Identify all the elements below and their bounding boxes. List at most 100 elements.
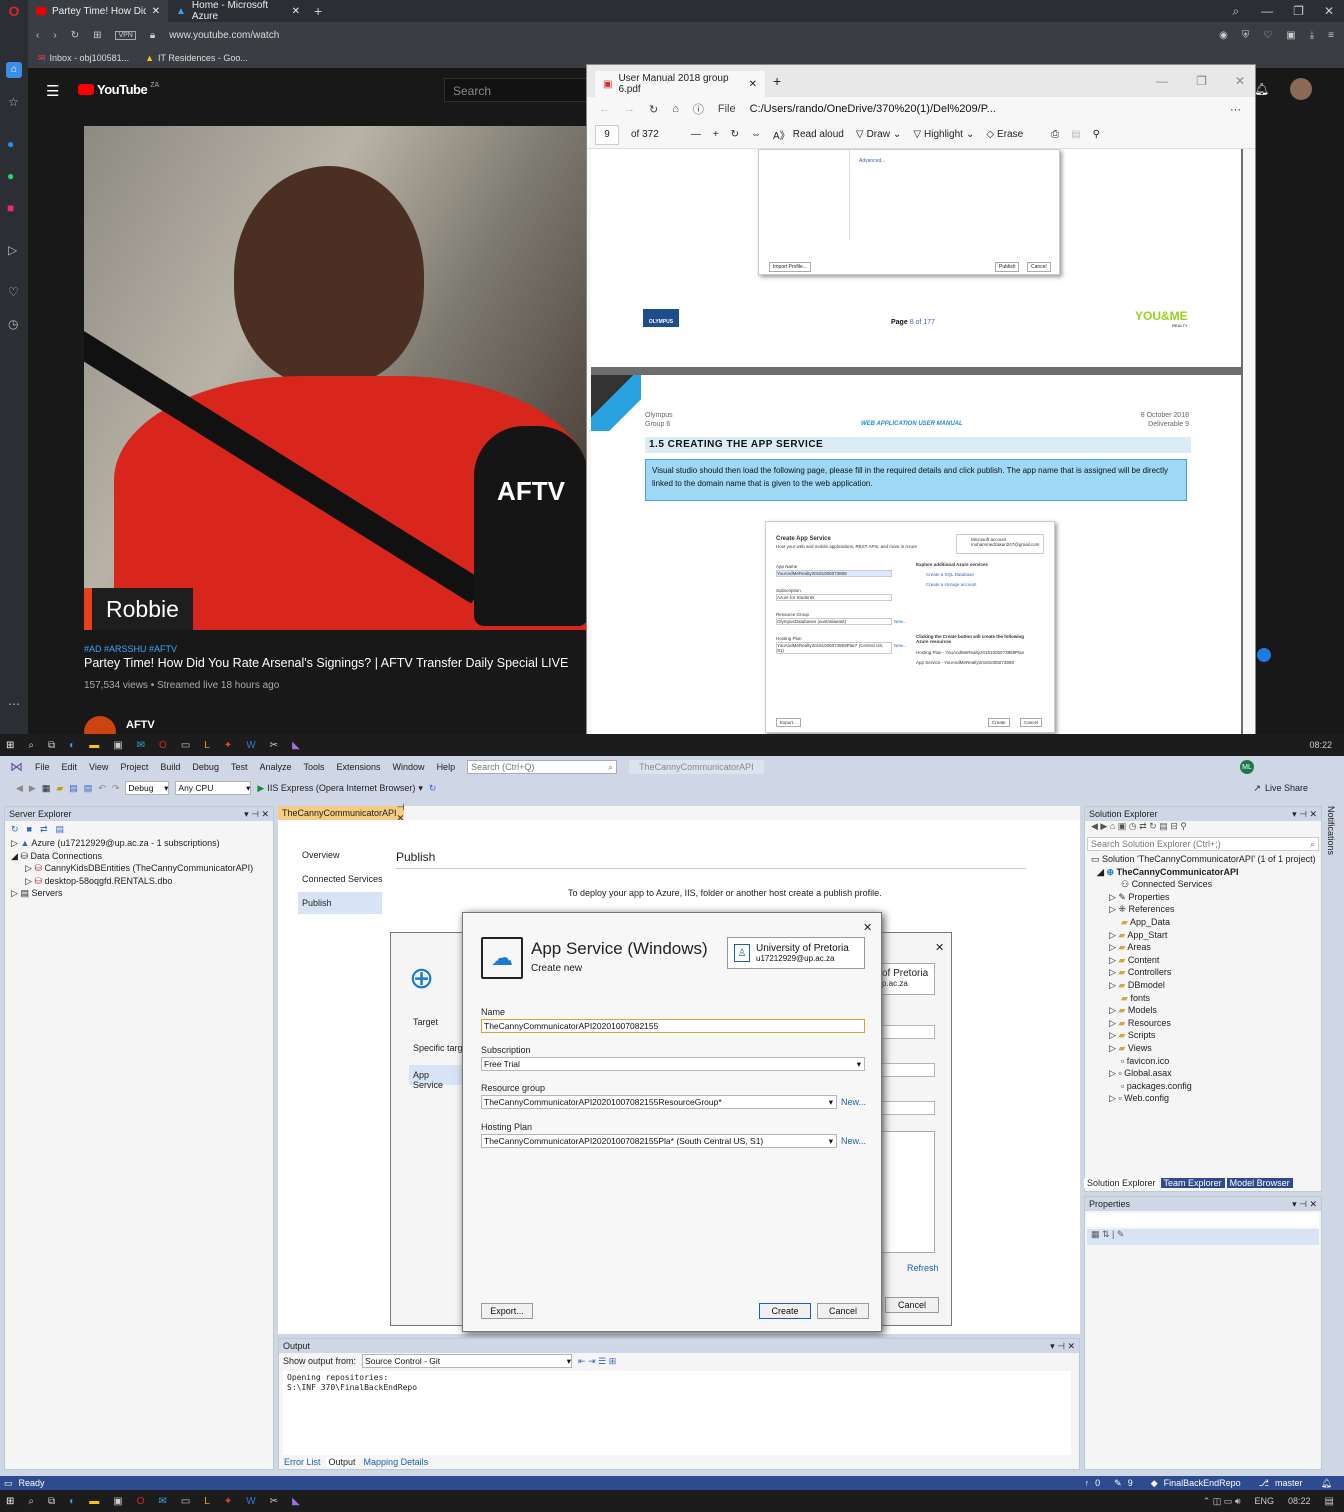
whatsapp-icon[interactable]: ●	[7, 170, 14, 182]
menu-extensions[interactable]: Extensions	[337, 762, 381, 772]
clock[interactable]: 08:22	[1288, 1496, 1311, 1506]
tree-item[interactable]: ▷ ▰ Controllers	[1091, 966, 1321, 979]
app-icon[interactable]: ✦	[224, 1496, 232, 1507]
browser-tab[interactable]: ▲ Home - Microsoft Azure ✕	[168, 0, 308, 22]
toolbar-icon[interactable]: ⇤ ⇥ ☰ ⊞	[578, 1356, 616, 1367]
reload-icon[interactable]: ↻	[649, 103, 658, 116]
zoom-in-icon[interactable]: +	[713, 129, 719, 140]
star-icon[interactable]: ☆	[8, 96, 19, 108]
tab-team-explorer[interactable]: Team Explorer	[1160, 1178, 1225, 1188]
redo-icon[interactable]: ↷	[112, 783, 120, 794]
tree-item[interactable]: ▰ fonts	[1091, 992, 1321, 1005]
output-text[interactable]: Opening repositories: S:\INF 370\FinalBa…	[283, 1371, 1071, 1455]
menu-build[interactable]: Build	[160, 762, 180, 772]
search-icon[interactable]: ⌕	[1232, 4, 1239, 19]
close-icon[interactable]: ▾ ⊣ ✕	[1050, 1341, 1075, 1352]
subscription-dropdown[interactable]: Free Trial ▾	[481, 1057, 865, 1071]
new-tab-icon[interactable]: +	[773, 73, 781, 89]
avatar[interactable]	[1290, 78, 1312, 100]
restore-icon[interactable]: ❐	[1196, 74, 1207, 88]
forward-icon[interactable]: ▶	[29, 783, 36, 794]
tree-item[interactable]: ▷ ▰ Views	[1091, 1042, 1321, 1055]
refresh-icon[interactable]: ↻	[429, 783, 437, 794]
tab-error-list[interactable]: Error List	[281, 1457, 324, 1467]
app-icon[interactable]: L	[204, 1496, 210, 1507]
save-icon[interactable]: ▤	[1071, 129, 1080, 140]
close-icon[interactable]: ▾ ⊣ ✕	[244, 809, 269, 820]
tree-item[interactable]: ▷ ▲ Azure (u17212929@up.ac.za - 1 subscr…	[11, 837, 273, 850]
solution-node[interactable]: ▭ Solution 'TheCannyCommunicatorAPI' (1 …	[1091, 853, 1321, 866]
vpn-badge[interactable]: VPN	[115, 30, 136, 40]
field-partial[interactable]	[879, 1063, 935, 1077]
tree-item[interactable]: ▫ packages.config	[1091, 1080, 1321, 1093]
tab-solution-explorer[interactable]: Solution Explorer	[1084, 1178, 1159, 1188]
close-icon[interactable]: ✕	[935, 941, 944, 954]
video-hashtags[interactable]: #AD #ARSSHU #AFTV	[84, 644, 177, 654]
search-input[interactable]: Search	[444, 78, 588, 102]
new-tab-icon[interactable]: +	[314, 3, 322, 19]
restore-icon[interactable]: ❐	[1293, 4, 1304, 18]
tray-icons[interactable]: ⌃ ◫ ▭ 🔊︎	[1203, 1496, 1241, 1507]
mail-icon[interactable]: ✉	[137, 740, 145, 751]
edge-icon[interactable]: ◐	[69, 740, 75, 751]
save-icon[interactable]: ▤	[69, 783, 78, 794]
fit-page-icon[interactable]: ⇔	[751, 129, 761, 140]
file-explorer-icon[interactable]: ▬	[89, 1496, 99, 1507]
open-icon[interactable]: ▰	[56, 783, 63, 794]
tree-item[interactable]: ▷ ▰ App_Start	[1091, 929, 1321, 942]
more-icon[interactable]: ⋯	[8, 698, 20, 710]
tree-item[interactable]: ▷ ▤ Servers	[11, 887, 273, 900]
heart-icon[interactable]: ♡	[1263, 30, 1272, 41]
close-icon[interactable]: ✕	[863, 921, 872, 934]
home-icon[interactable]: ⌂	[672, 103, 679, 115]
windows-start-icon[interactable]: ⊞	[6, 740, 14, 751]
menu-analyze[interactable]: Analyze	[259, 762, 291, 772]
cancel-button[interactable]: Cancel	[817, 1303, 869, 1319]
field-partial[interactable]	[879, 1101, 935, 1115]
video-player[interactable]: AFTV Robbie	[84, 126, 588, 630]
history-icon[interactable]: ◷	[8, 318, 18, 330]
output-source-dropdown[interactable]: Source Control - Git ▾	[362, 1354, 573, 1368]
close-window-icon[interactable]: ✕	[1235, 74, 1245, 88]
app-icon[interactable]: L	[204, 740, 210, 751]
snipping-icon[interactable]: ✂	[270, 740, 278, 751]
tab-mapping-details[interactable]: Mapping Details	[361, 1457, 432, 1467]
wizard-step-target[interactable]: Target	[413, 1017, 438, 1027]
account-selector[interactable]: ♙ University of Pretoria u17212929@up.ac.…	[727, 937, 865, 969]
bell-icon[interactable]: 🔔︎	[1321, 1478, 1332, 1489]
zoom-out-icon[interactable]: —	[691, 129, 701, 140]
status-changes-count[interactable]: 9	[1128, 1478, 1133, 1488]
properties-object-dropdown[interactable]	[1087, 1213, 1319, 1227]
bookmark-item[interactable]: ✉ Inbox - obj100581...	[38, 53, 129, 64]
instagram-icon[interactable]: ■	[7, 202, 14, 214]
tree-item[interactable]: ▷ ▰ Scripts	[1091, 1029, 1321, 1042]
properties-icon[interactable]: ▤	[56, 824, 65, 835]
notification-icon[interactable]: ▤	[1325, 1496, 1334, 1507]
read-aloud-button[interactable]: A》 Read aloud	[773, 127, 844, 142]
extension-icon[interactable]: ▣	[1286, 30, 1295, 41]
erase-button[interactable]: ◇ Erase	[986, 129, 1023, 140]
wizard-step-specific[interactable]: Specific targe	[413, 1043, 468, 1053]
menu-test[interactable]: Test	[231, 762, 248, 772]
export-button[interactable]: Export...	[481, 1303, 533, 1319]
hosting-plan-dropdown[interactable]: TheCannyCommunicatorAPI20201007082155Pla…	[481, 1134, 837, 1148]
camera-icon[interactable]: ◉	[1219, 30, 1228, 41]
tree-item[interactable]: ▷ ▰ DBmodel	[1091, 979, 1321, 992]
new-project-icon[interactable]: ▦	[42, 783, 51, 794]
task-view-icon[interactable]: ⧉	[48, 1496, 55, 1507]
wizard-step-app-service[interactable]: App Service	[409, 1065, 465, 1090]
close-icon[interactable]: ✕	[292, 6, 300, 17]
tree-item[interactable]: ▷ ▫ Global.asax	[1091, 1067, 1321, 1080]
tree-item[interactable]: ▰ App_Data	[1091, 916, 1321, 929]
refresh-link[interactable]: Refresh	[907, 1263, 939, 1273]
pdf-tab[interactable]: ▣ User Manual 2018 group 6.pdf ✕	[595, 71, 765, 97]
opera-icon[interactable]: O	[159, 740, 167, 751]
stop-icon[interactable]: ■	[27, 824, 32, 834]
tree-item[interactable]: ⚇ Connected Services	[1091, 878, 1321, 891]
tree-item[interactable]: ▷ ▰ Models	[1091, 1004, 1321, 1017]
status-branch[interactable]: master	[1275, 1478, 1303, 1488]
forward-icon[interactable]: ›	[53, 30, 56, 41]
name-input[interactable]: TheCannyCommunicatorAPI20201007082155	[481, 1019, 865, 1033]
pdf-url-field[interactable]: C:/Users/rando/OneDrive/370%20(1)/Del%20…	[750, 103, 996, 115]
close-icon[interactable]: ✕	[152, 6, 160, 17]
